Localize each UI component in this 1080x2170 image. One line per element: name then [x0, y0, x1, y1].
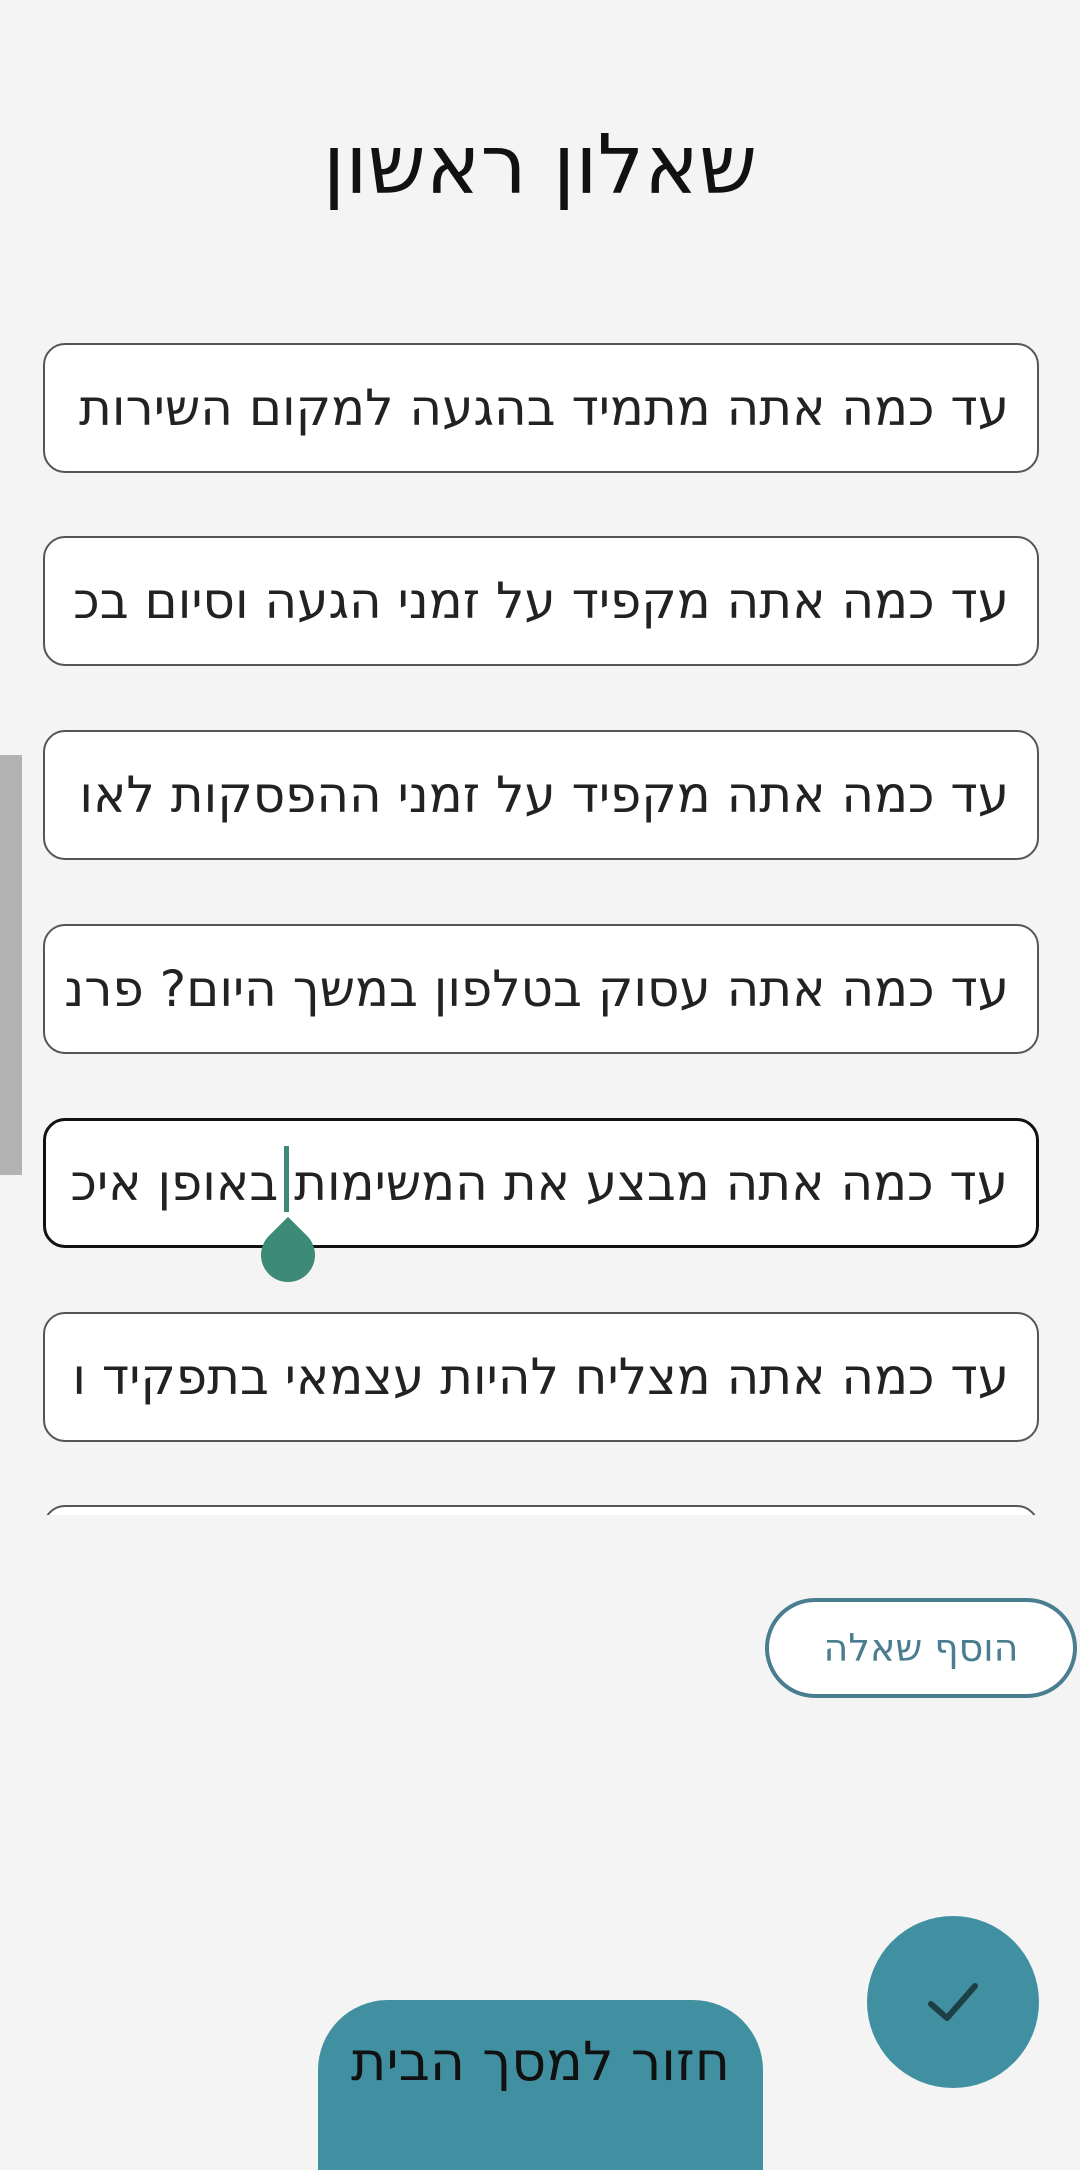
question-field-6[interactable]: עד כמה אתה מצליח להיות עצמאי בתפקיד ו — [43, 1312, 1039, 1442]
questions-list[interactable]: עד כמה אתה מתמיד בהגעה למקום השירות עד כ… — [0, 0, 1080, 1515]
question-text: עד כמה אתה מצליח להיות עצמאי בתפקיד ו — [72, 1348, 1009, 1406]
question-field-5[interactable]: עד כמה אתה מבצע את המשימות באופן איכ — [43, 1118, 1039, 1248]
scroll-indicator[interactable] — [0, 755, 22, 1175]
question-field-3[interactable]: עד כמה אתה מקפיד על זמני ההפסקות לאו — [43, 730, 1039, 860]
check-icon — [928, 1983, 978, 2021]
question-field-1[interactable]: עד כמה אתה מתמיד בהגעה למקום השירות — [43, 343, 1039, 473]
question-text: עד כמה אתה מבצע את המשימות באופן איכ — [70, 1154, 1009, 1212]
question-text: עד כמה אתה מקפיד על זמני הגעה וסיום בכ — [73, 572, 1009, 630]
question-text: עד כמה אתה מתמיד בהגעה למקום השירות — [78, 379, 1009, 437]
add-question-button[interactable]: הוסף שאלה — [765, 1598, 1077, 1698]
question-text: עד כמה אתה עסוק בטלפון במשך היום? פרנ — [64, 960, 1009, 1018]
question-text: עד כמה אתה מקפיד על זמני ההפסקות לאו — [79, 766, 1009, 824]
confirm-fab-button[interactable] — [867, 1916, 1039, 2088]
question-field-2[interactable]: עד כמה אתה מקפיד על זמני הגעה וסיום בכ — [43, 536, 1039, 666]
question-field-4[interactable]: עד כמה אתה עסוק בטלפון במשך היום? פרנ — [43, 924, 1039, 1054]
text-cursor — [284, 1146, 289, 1212]
back-home-button[interactable]: חזור למסך הבית — [318, 2000, 763, 2170]
question-field-7[interactable] — [43, 1505, 1039, 1515]
